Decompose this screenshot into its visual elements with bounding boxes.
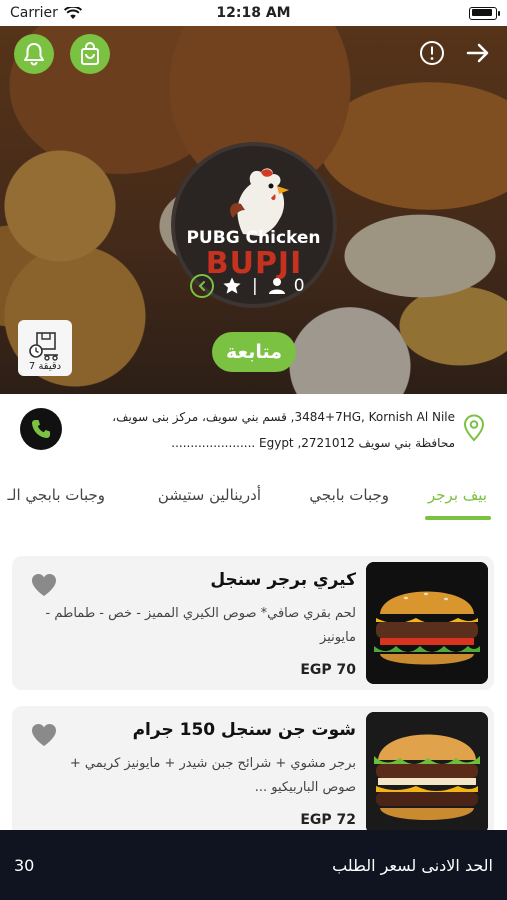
minimum-order-value: 30	[14, 856, 35, 875]
followers-count: 0	[293, 276, 305, 296]
store-meta: | 0	[190, 272, 320, 300]
wifi-icon	[63, 6, 82, 19]
delivery-box-icon	[29, 332, 58, 361]
back-arrow-icon[interactable]	[465, 40, 491, 66]
product-description: برجر مشوي + شرائح جبن شيدر + مايونيز كري…	[69, 756, 356, 795]
bell-icon	[24, 43, 44, 66]
product-image	[366, 712, 488, 834]
battery-icon	[469, 6, 500, 20]
person-icon	[268, 278, 285, 294]
product-card[interactable]: شوت جن سنجل 150 جرام برجر مشوي + شرائح ج…	[12, 706, 494, 840]
product-name: كيري برجر سنجل	[210, 570, 356, 590]
address-line-1: 3484+7HG, Kornish Al Nile, قسم بني سويف،…	[112, 410, 455, 424]
status-bar: Carrier 12:18 AM	[0, 0, 507, 26]
chevron-left-icon[interactable]	[190, 274, 214, 298]
product-description: لحم بقري صافي* صوص الكيري المميز - خص - …	[45, 606, 356, 645]
heart-icon[interactable]	[30, 722, 58, 748]
location-pin-icon	[463, 414, 485, 442]
tab-adrenaline-station[interactable]: أدرينالين ستيشن	[158, 486, 261, 504]
call-button[interactable]	[20, 408, 62, 450]
burger-image	[366, 562, 488, 684]
star-icon	[223, 277, 241, 294]
burger-image	[366, 712, 488, 834]
delivery-time-badge: 7 دقيقة	[18, 320, 72, 376]
cart-button[interactable]	[70, 34, 110, 74]
heart-icon[interactable]	[30, 572, 58, 598]
store-header: BUPJI PUBG Chicken | 0 7 دقيقة متابعة	[0, 26, 507, 394]
meta-separator: |	[252, 276, 258, 296]
follow-button[interactable]: متابعة	[212, 332, 296, 372]
carrier-label: Carrier	[10, 5, 58, 21]
tab-pubg-meals-2[interactable]: وجبات بابجي الـ	[7, 486, 105, 504]
category-tabs: بيف برجر وجبات بابجي أدرينالين ستيشن وجب…	[0, 476, 507, 524]
delivery-time: 7 دقيقة	[28, 361, 62, 372]
minimum-order-bar: الحد الادنى لسعر الطلب 30	[0, 830, 507, 900]
info-icon[interactable]	[419, 40, 445, 66]
address-section: 3484+7HG, Kornish Al Nile, قسم بني سويف،…	[0, 394, 507, 466]
product-price: EGP 72	[300, 812, 356, 828]
shopping-bag-icon	[81, 42, 99, 65]
minimum-order-label: الحد الادنى لسعر الطلب	[332, 856, 493, 875]
phone-icon	[32, 420, 50, 438]
product-name: شوت جن سنجل 150 جرام	[132, 720, 356, 740]
store-name: PUBG Chicken	[186, 228, 321, 248]
active-tab-indicator	[425, 516, 491, 520]
product-image	[366, 562, 488, 684]
carrier-group: Carrier	[10, 5, 82, 21]
tab-beef-burger[interactable]: بيف برجر	[428, 486, 487, 504]
address-line-2: محافظة بني سويف 2721012, Egypt .........…	[171, 436, 455, 450]
store-address: 3484+7HG, Kornish Al Nile, قسم بني سويف،…	[80, 404, 455, 456]
product-card[interactable]: كيري برجر سنجل لحم بقري صافي* صوص الكيري…	[12, 556, 494, 690]
product-price: EGP 70	[300, 662, 356, 678]
notifications-button[interactable]	[14, 34, 54, 74]
tab-pubg-meals[interactable]: وجبات بابجي	[309, 486, 389, 504]
